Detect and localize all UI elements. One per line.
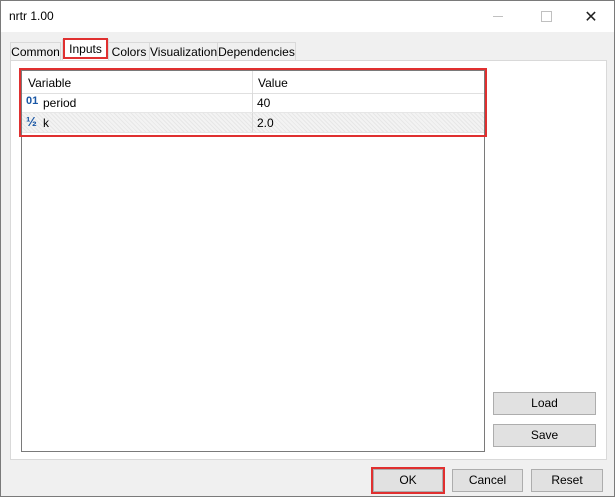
input-row-period[interactable]: 01 period 40 <box>22 93 484 113</box>
maximize-icon[interactable] <box>523 1 569 32</box>
tab-visualization[interactable]: Visualization <box>149 42 218 61</box>
inputs-grid: Variable Value 01 period 40 ½ k 2.0 <box>19 68 487 452</box>
input-row-k[interactable]: ½ k 2.0 <box>22 113 484 133</box>
column-value[interactable]: Value <box>258 76 288 90</box>
reset-button[interactable]: Reset <box>531 469 603 492</box>
ok-label: OK <box>399 473 417 487</box>
tab-common[interactable]: Common <box>10 42 61 61</box>
minimize-icon[interactable] <box>475 1 521 32</box>
cell-divider <box>252 113 253 132</box>
inputs-panel: Variable Value 01 period 40 ½ k 2.0 Load… <box>10 60 607 460</box>
cell-divider <box>252 93 253 112</box>
title-bar: nrtr 1.00 ✕ <box>1 1 614 32</box>
column-variable[interactable]: Variable <box>28 76 71 90</box>
load-button[interactable]: Load <box>493 392 596 415</box>
grid-header: Variable Value <box>22 71 484 94</box>
variable-name: k <box>43 116 49 130</box>
variable-name: period <box>43 96 77 110</box>
tab-dependencies[interactable]: Dependencies <box>217 42 296 61</box>
save-button[interactable]: Save <box>493 424 596 447</box>
cancel-button[interactable]: Cancel <box>452 469 523 492</box>
properties-dialog: nrtr 1.00 ✕ Common Inputs Colors Visuali… <box>0 0 615 497</box>
ok-button[interactable]: OK <box>371 467 445 494</box>
window-title: nrtr 1.00 <box>9 9 54 23</box>
column-divider[interactable] <box>252 71 253 93</box>
variable-value[interactable]: 2.0 <box>257 116 274 130</box>
variable-value[interactable]: 40 <box>257 96 270 110</box>
tab-colors[interactable]: Colors <box>108 42 150 61</box>
tab-inputs-label: Inputs <box>69 42 102 56</box>
close-icon[interactable]: ✕ <box>568 1 614 32</box>
fraction-icon: ½ <box>26 114 37 129</box>
integer-icon: 01 <box>26 95 39 107</box>
tab-inputs[interactable]: Inputs <box>62 38 109 61</box>
